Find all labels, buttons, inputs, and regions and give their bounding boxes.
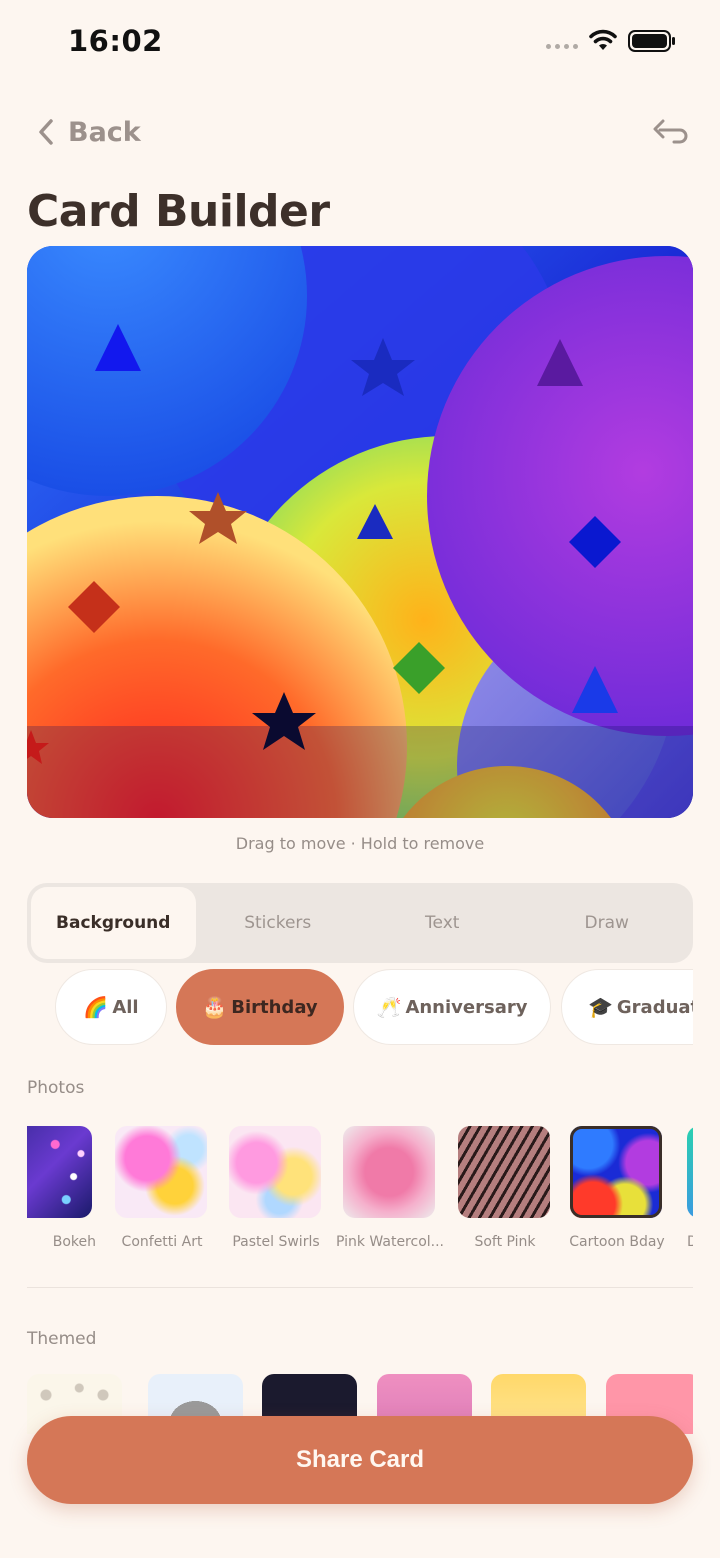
photo-confetti-art[interactable]: Confetti Art xyxy=(115,1126,209,1250)
partial-thumbnail[interactable] xyxy=(687,1126,693,1218)
bokeh-thumbnail[interactable] xyxy=(27,1126,92,1218)
tab-draw[interactable]: Draw xyxy=(525,887,690,959)
tab-text[interactable]: Text xyxy=(360,887,525,959)
photo-label: Cartoon Bday xyxy=(569,1234,665,1250)
tab-stickers[interactable]: Stickers xyxy=(196,887,361,959)
editor-tabs: Background Stickers Text Draw xyxy=(27,883,693,963)
photo-label: D xyxy=(687,1234,693,1250)
photo-label: Pastel Swirls xyxy=(232,1234,320,1250)
photo-partial[interactable]: D xyxy=(687,1126,693,1250)
confetti-art-thumbnail[interactable] xyxy=(115,1126,207,1218)
chip-label: Birthday xyxy=(231,996,318,1018)
photo-bokeh[interactable]: Bokeh xyxy=(27,1126,96,1250)
photo-label: Confetti Art xyxy=(121,1234,203,1250)
chip-anniversary[interactable]: 🥂 Anniversary xyxy=(353,969,551,1045)
canvas-hint: Drag to move · Hold to remove xyxy=(235,834,485,853)
chip-graduation[interactable]: 🎓 Graduat xyxy=(561,969,693,1045)
photo-label: Soft Pink xyxy=(474,1234,536,1250)
share-card-button[interactable]: Share Card xyxy=(27,1416,693,1504)
back-label: Back xyxy=(68,116,141,148)
photos-strip: Bokeh Confetti Art Pastel Swirls Pink Wa… xyxy=(27,1126,693,1276)
battery-icon xyxy=(628,30,675,52)
wifi-icon xyxy=(589,29,617,50)
chip-all[interactable]: 🌈 All xyxy=(55,969,167,1045)
photo-pastel-swirls[interactable]: Pastel Swirls xyxy=(229,1126,323,1250)
chip-birthday[interactable]: 🎂 Birthday xyxy=(176,969,344,1045)
signal-icon xyxy=(546,44,578,49)
page-title: Card Builder xyxy=(27,186,330,237)
photo-label: Bokeh xyxy=(52,1234,96,1250)
back-button[interactable]: Back xyxy=(36,112,141,152)
category-chips: 🌈 All 🎂 Birthday 🥂 Anniversary 🎓 Graduat xyxy=(27,969,693,1047)
pastel-swirls-thumbnail[interactable] xyxy=(229,1126,321,1218)
status-time: 16:02 xyxy=(68,24,163,58)
birthday-cake-icon: 🎂 xyxy=(202,995,228,1019)
undo-icon xyxy=(653,119,688,144)
photo-cartoon-bday[interactable]: Cartoon Bday xyxy=(569,1126,665,1250)
undo-button[interactable] xyxy=(648,112,688,152)
photo-pink-watercolor[interactable]: Pink Watercol... xyxy=(336,1126,444,1250)
chip-label: Graduat xyxy=(616,996,693,1018)
photo-soft-pink[interactable]: Soft Pink xyxy=(458,1126,552,1250)
chip-label: Anniversary xyxy=(405,996,528,1018)
photos-section-title: Photos xyxy=(27,1078,85,1098)
pink-watercolor-thumbnail[interactable] xyxy=(343,1126,435,1218)
graduation-cap-icon: 🎓 xyxy=(588,995,613,1019)
status-bar: 16:02 xyxy=(0,0,720,82)
chevron-left-icon xyxy=(39,119,53,145)
cartoon-bday-thumbnail[interactable] xyxy=(570,1126,662,1218)
cartoon-bday-background xyxy=(27,246,693,818)
champagne-icon: 🥂 xyxy=(376,995,402,1019)
section-divider xyxy=(27,1287,693,1288)
themed-section-title: Themed xyxy=(27,1329,97,1349)
rainbow-icon: 🌈 xyxy=(83,995,109,1019)
chip-label: All xyxy=(112,996,139,1018)
card-canvas[interactable] xyxy=(27,246,693,818)
photo-label: Pink Watercol... xyxy=(335,1234,445,1250)
soft-pink-thumbnail[interactable] xyxy=(458,1126,550,1218)
tab-background[interactable]: Background xyxy=(31,887,196,959)
